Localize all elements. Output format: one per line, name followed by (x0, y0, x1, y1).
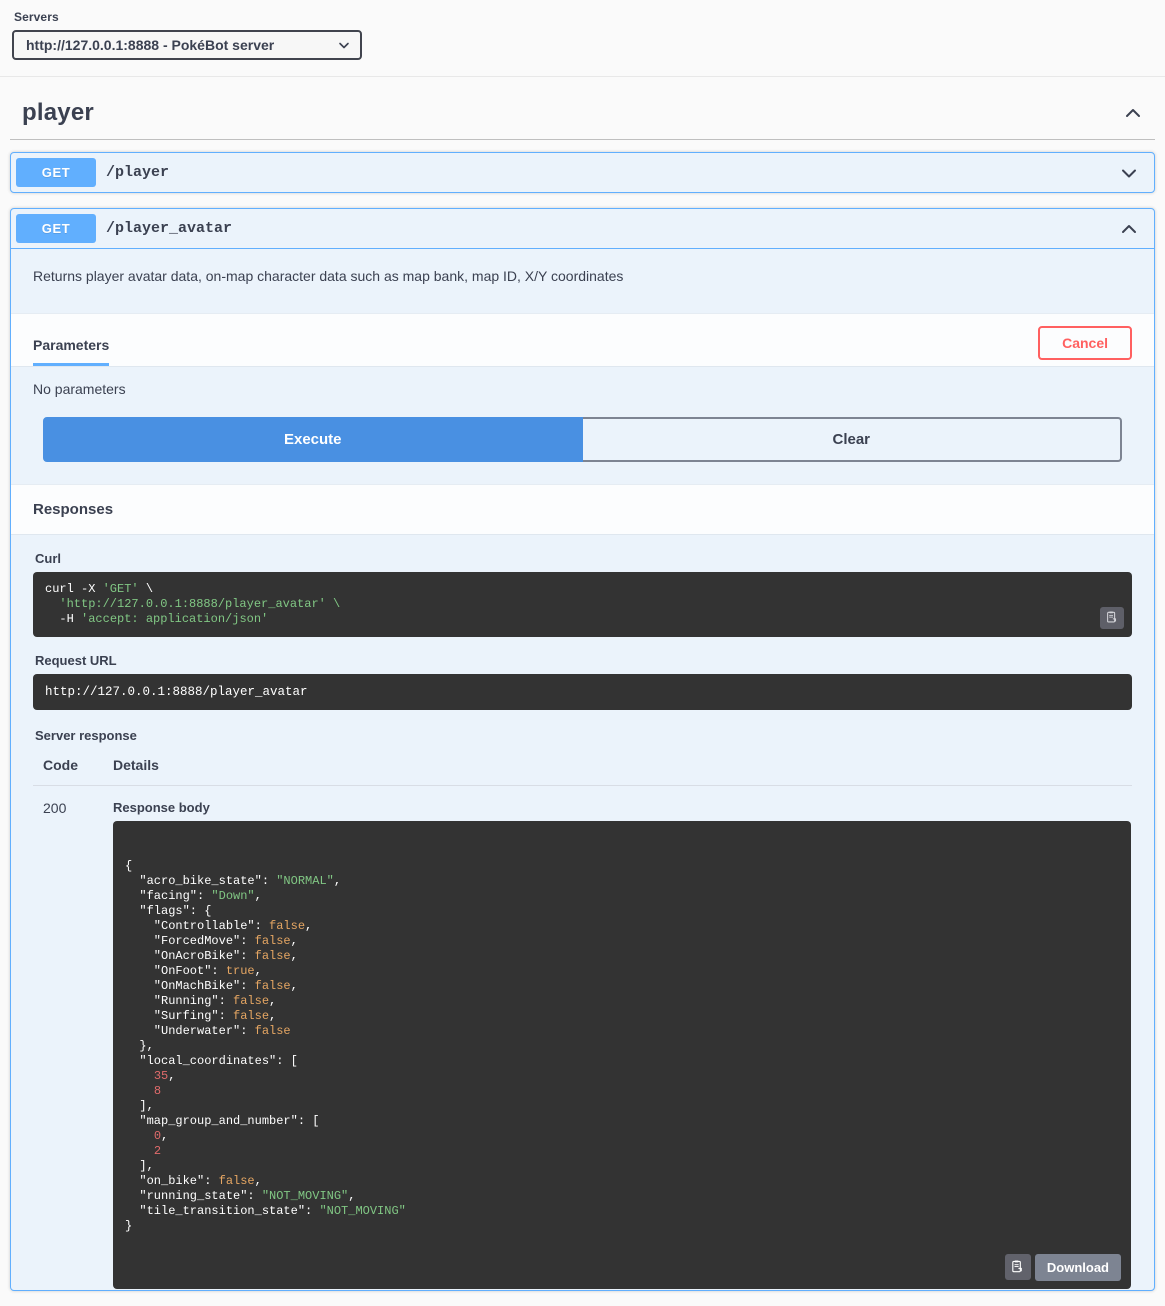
curl-line-2-url: 'http://127.0.0.1:8888/player_avatar' \ (45, 596, 341, 611)
chevron-down-icon[interactable] (1115, 163, 1149, 183)
request-url-label: Request URL (35, 652, 117, 668)
tag-section-player: player GET /player GET /player_avatar Re… (0, 77, 1165, 1291)
cancel-button[interactable]: Cancel (1038, 325, 1132, 360)
server-response-label: Server response (35, 727, 137, 743)
chevron-up-icon[interactable] (1123, 103, 1143, 123)
caret-down-icon (338, 39, 350, 51)
operation-path: /player (106, 164, 170, 181)
response-body-actions: Download (1004, 1253, 1121, 1281)
column-header-code: Code (33, 756, 103, 786)
operation-path: /player_avatar (106, 220, 233, 237)
responses-heading: Responses (11, 483, 1154, 535)
server-select-value: http://127.0.0.1:8888 - PokéBot server (26, 37, 275, 53)
operation-description: Returns player avatar data, on-map chara… (33, 268, 624, 284)
server-response-table: Code Details 200 Response body { "acro_b… (33, 756, 1132, 1290)
operation-get-player: GET /player (10, 152, 1155, 193)
swagger-ui-page: Servers http://127.0.0.1:8888 - PokéBot … (0, 0, 1165, 1291)
curl-line-1-cmd: curl -X (45, 581, 103, 596)
curl-code-block: curl -X 'GET' \ 'http://127.0.0.1:8888/p… (33, 571, 1132, 637)
execute-clear-row: Execute Clear (11, 416, 1154, 484)
responses-body: Curl curl -X 'GET' \ 'http://127.0.0.1:8… (11, 535, 1154, 1290)
operation-summary[interactable]: GET /player (11, 153, 1154, 192)
servers-section: Servers http://127.0.0.1:8888 - PokéBot … (0, 0, 1165, 77)
response-body-code: { "acro_bike_state": "NORMAL", "facing":… (113, 820, 1131, 1289)
response-status-code: 200 (43, 799, 67, 816)
curl-line-1-method: 'GET' (102, 581, 139, 596)
page-title: player (22, 99, 94, 126)
chevron-up-icon[interactable] (1115, 219, 1149, 239)
copy-icon[interactable] (1100, 606, 1124, 629)
parameters-header: Parameters Cancel (11, 314, 1154, 366)
response-details-cell: Response body { "acro_bike_state": "NORM… (103, 785, 1132, 1290)
tag-header-player[interactable]: player (10, 77, 1155, 140)
download-button[interactable]: Download (1034, 1253, 1121, 1281)
execute-button[interactable]: Execute (43, 416, 583, 462)
column-header-details: Details (103, 756, 1132, 786)
curl-label: Curl (35, 550, 61, 566)
curl-line-1-tail: \ (138, 581, 154, 596)
no-parameters-text: No parameters (33, 380, 126, 397)
curl-line-3-flag: -H (45, 611, 82, 626)
http-method-badge: GET (16, 158, 96, 187)
operation-get-player-avatar: GET /player_avatar Returns player avatar… (10, 208, 1155, 1291)
curl-line-3-header: 'accept: application/json' (81, 611, 269, 626)
parameters-section: Parameters Cancel (11, 312, 1154, 367)
table-header-row: Code Details (33, 756, 1132, 786)
servers-label: Servers (14, 10, 59, 24)
table-row: 200 Response body { "acro_bike_state": "… (33, 785, 1132, 1290)
server-select[interactable]: http://127.0.0.1:8888 - PokéBot server (12, 30, 362, 60)
response-body-label: Response body (113, 799, 210, 815)
operation-body: Returns player avatar data, on-map chara… (11, 248, 1154, 1290)
clear-button[interactable]: Clear (582, 416, 1122, 462)
tab-parameters[interactable]: Parameters (33, 337, 110, 366)
request-url-value: http://127.0.0.1:8888/player_avatar (33, 673, 1132, 710)
response-body-json: { "acro_bike_state": "NORMAL", "facing":… (125, 858, 406, 1233)
copy-icon[interactable] (1004, 1254, 1031, 1281)
operation-summary[interactable]: GET /player_avatar (11, 209, 1154, 248)
http-method-badge: GET (16, 214, 96, 243)
